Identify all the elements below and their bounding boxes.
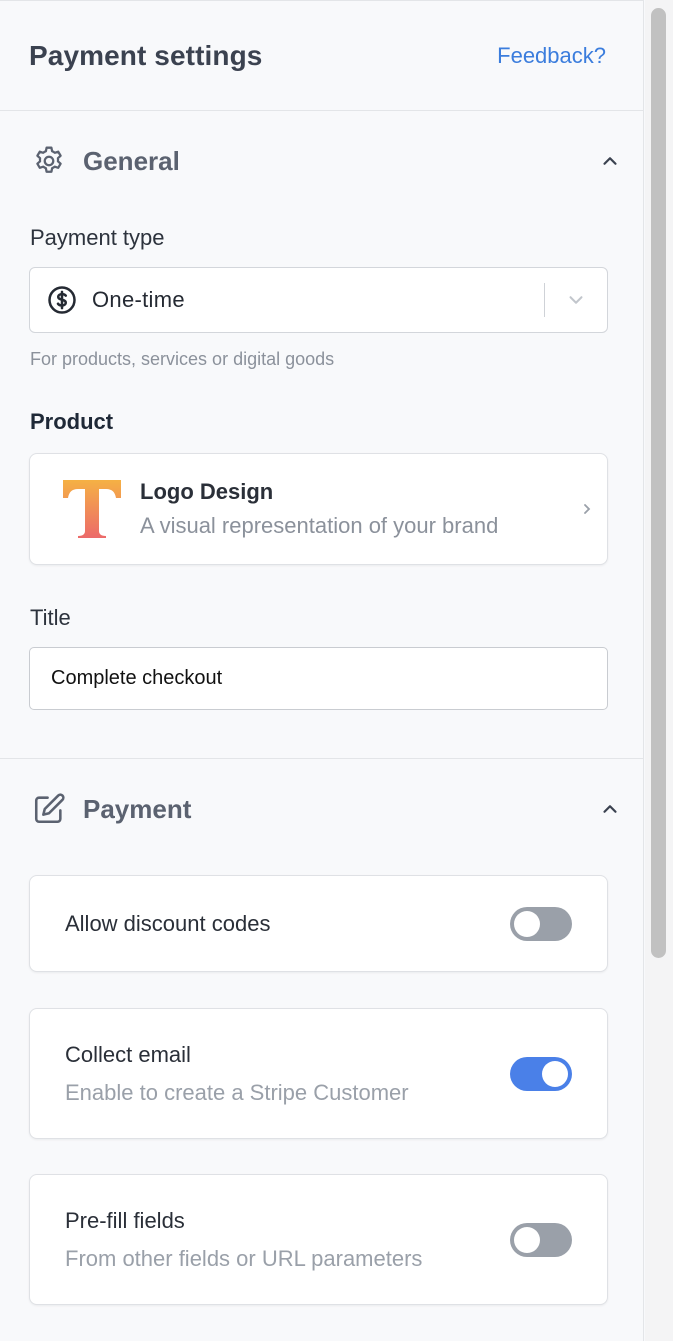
scrollbar-thumb[interactable]	[651, 8, 666, 958]
toggle-title: Collect email	[65, 1041, 191, 1067]
prefill-fields-toggle[interactable]	[510, 1222, 572, 1257]
title-label: Title	[30, 605, 71, 630]
panel-header: Payment settings Feedback?	[0, 1, 643, 111]
toggle-text: Collect email Enable to create a Stripe …	[65, 1042, 510, 1106]
payment-section-header[interactable]: Payment	[0, 759, 643, 859]
product-text: Logo Design A visual representation of y…	[140, 479, 567, 539]
collect-email-toggle[interactable]	[510, 1056, 572, 1091]
feedback-link[interactable]: Feedback?	[497, 43, 606, 69]
product-name: Logo Design	[140, 479, 274, 504]
toggle-title: Pre-fill fields	[65, 1207, 185, 1233]
dollar-circle-icon	[48, 286, 76, 314]
product-chevron	[567, 501, 607, 517]
payment-type-hint: For products, services or digital goods	[30, 349, 335, 369]
chevron-right-icon	[584, 504, 591, 514]
discount-codes-toggle[interactable]	[510, 906, 572, 941]
payment-section-title: Payment	[83, 793, 192, 824]
toggle-text: Allow discount codes	[65, 911, 510, 937]
product-label: Product	[30, 409, 114, 434]
payment-type-value: One-time	[92, 287, 185, 312]
toggle-card-discount: Allow discount codes	[29, 875, 608, 972]
payment-type-label: Payment type	[30, 225, 165, 250]
title-input[interactable]: Complete checkout	[29, 647, 608, 710]
toggle-knob	[514, 910, 540, 937]
chevron-up-icon[interactable]	[599, 150, 621, 172]
product-card[interactable]: Logo Design A visual representation of y…	[29, 453, 608, 565]
toggle-title: Allow discount codes	[65, 910, 271, 936]
toggle-card-prefill: Pre-fill fields From other fields or URL…	[29, 1174, 608, 1305]
toggle-knob	[514, 1226, 540, 1253]
general-section-title: General	[83, 145, 180, 176]
payment-type-select[interactable]: One-time	[29, 267, 608, 333]
payment-settings-panel: Payment settings Feedback? General Payme…	[0, 0, 644, 1341]
gear-icon	[32, 144, 66, 178]
edit-icon	[32, 792, 66, 826]
product-logo	[63, 480, 121, 538]
toggle-subtitle: Enable to create a Stripe Customer	[65, 1079, 409, 1105]
toggle-knob	[542, 1060, 568, 1087]
general-section-header[interactable]: General	[0, 111, 643, 211]
select-chevron[interactable]	[545, 289, 607, 311]
toggle-subtitle: From other fields or URL parameters	[65, 1245, 423, 1271]
page-title: Payment settings	[29, 39, 263, 71]
toggle-text: Pre-fill fields From other fields or URL…	[65, 1208, 510, 1272]
chevron-up-icon[interactable]	[599, 798, 621, 820]
chevron-down-icon	[569, 296, 583, 304]
product-description: A visual representation of your brand	[140, 513, 499, 538]
toggle-card-email: Collect email Enable to create a Stripe …	[29, 1008, 608, 1139]
